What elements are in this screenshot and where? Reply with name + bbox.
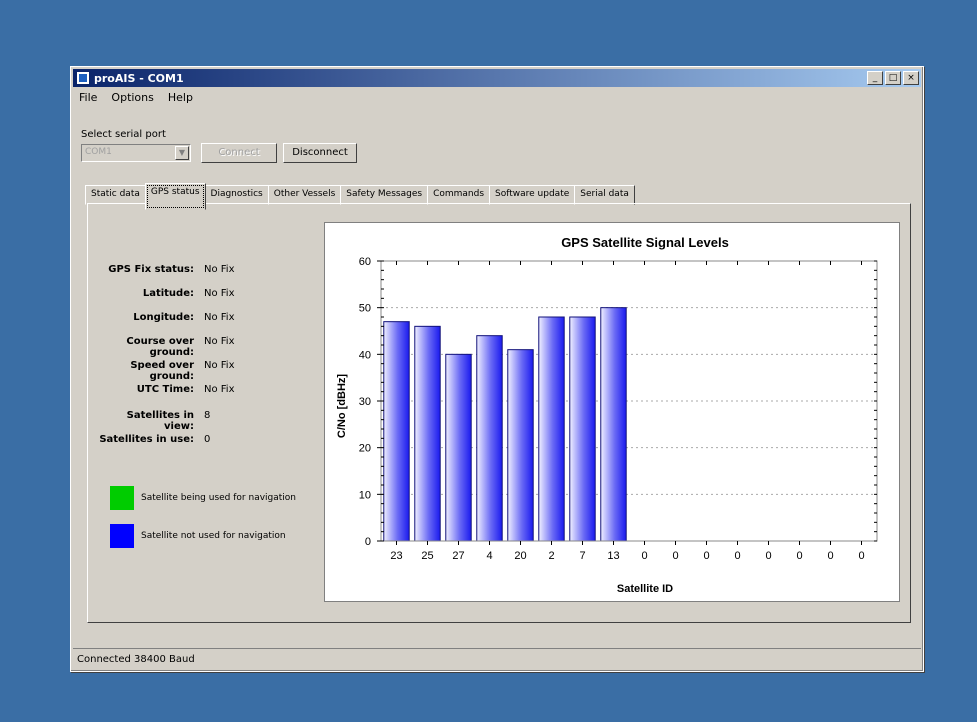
menu-help[interactable]: Help xyxy=(164,89,197,107)
y-tick-label: 0 xyxy=(365,536,371,548)
course-row: Course over ground: No Fix xyxy=(94,336,235,358)
tab-gps-status[interactable]: GPS status xyxy=(144,183,206,210)
menu-file[interactable]: File xyxy=(75,89,101,107)
app-window: proAIS - COM1 _ □ × File Options Help Se… xyxy=(70,66,924,672)
utc-label: UTC Time: xyxy=(136,384,194,395)
legend-used: Satellite being used for navigation xyxy=(110,486,296,510)
tab-bar: Static data GPS status Diagnostics Other… xyxy=(85,183,635,210)
tab-other-vessels[interactable]: Other Vessels xyxy=(267,185,342,205)
gps-fix-value: No Fix xyxy=(204,264,235,275)
sats-in-use-label: Satellites in use: xyxy=(99,434,194,445)
latitude-value: No Fix xyxy=(204,288,235,299)
x-tick-label: 2 xyxy=(548,550,554,562)
chart-ylabel: C/No [dBHz] xyxy=(336,374,348,438)
close-button[interactable]: × xyxy=(903,71,919,85)
satellite-bar xyxy=(476,335,503,542)
x-tick-label: 0 xyxy=(641,550,647,562)
x-tick-label: 13 xyxy=(607,550,619,562)
tab-static-data[interactable]: Static data xyxy=(85,185,146,205)
x-tick-label: 20 xyxy=(514,550,526,562)
x-tick-label: 7 xyxy=(579,550,585,562)
x-tick-label: 27 xyxy=(452,550,464,562)
x-tick-label: 0 xyxy=(796,550,802,562)
maximize-button[interactable]: □ xyxy=(885,71,901,85)
minimize-button[interactable]: _ xyxy=(867,71,883,85)
menu-bar: File Options Help xyxy=(75,89,197,107)
disconnect-button[interactable]: Disconnect xyxy=(283,143,357,163)
menu-options[interactable]: Options xyxy=(107,89,157,107)
x-tick-label: 0 xyxy=(765,550,771,562)
speed-value: No Fix xyxy=(204,360,235,371)
x-tick-label: 0 xyxy=(858,550,864,562)
latitude-row: Latitude: No Fix xyxy=(94,288,235,299)
tab-safety-messages[interactable]: Safety Messages xyxy=(340,185,429,205)
sats-in-use-value: 0 xyxy=(204,434,211,445)
status-bar: Connected 38400 Baud xyxy=(73,648,921,669)
connect-button[interactable]: Connect xyxy=(201,143,277,163)
x-tick-label: 25 xyxy=(421,550,433,562)
sats-in-view-row: Satellites in view: 8 xyxy=(94,410,211,432)
y-tick-label: 10 xyxy=(359,489,371,501)
y-tick-label: 60 xyxy=(359,256,371,268)
tab-software-update[interactable]: Software update xyxy=(489,185,576,205)
serial-port-value: COM1 xyxy=(85,147,112,157)
speed-label: Speed over ground: xyxy=(130,360,194,382)
course-value: No Fix xyxy=(204,336,235,347)
y-tick-label: 50 xyxy=(359,303,371,315)
tab-diagnostics[interactable]: Diagnostics xyxy=(204,185,269,205)
y-tick-label: 20 xyxy=(359,443,371,455)
satellite-bar xyxy=(600,307,627,542)
chevron-down-icon[interactable]: ▼ xyxy=(175,146,189,160)
x-tick-label: 0 xyxy=(827,550,833,562)
x-tick-label: 0 xyxy=(734,550,740,562)
y-tick-label: 40 xyxy=(359,349,371,361)
green-swatch xyxy=(110,486,134,510)
speed-row: Speed over ground: No Fix xyxy=(94,360,235,382)
signal-chart: GPS Satellite Signal Levels Satellite ID… xyxy=(324,222,900,602)
utc-value: No Fix xyxy=(204,384,235,395)
satellite-bar xyxy=(445,353,472,542)
x-tick-label: 4 xyxy=(486,550,492,562)
serial-port-select[interactable]: COM1 ▼ xyxy=(81,144,191,162)
chart-title: GPS Satellite Signal Levels xyxy=(561,235,729,250)
tab-commands[interactable]: Commands xyxy=(427,185,491,205)
satellite-bar xyxy=(538,316,565,542)
status-text: Connected 38400 Baud xyxy=(77,653,195,665)
latitude-label: Latitude: xyxy=(142,288,194,299)
x-tick-label: 0 xyxy=(672,550,678,562)
legend-not-used: Satellite not used for navigation xyxy=(110,524,286,548)
satellite-bar xyxy=(507,349,534,542)
blue-swatch xyxy=(110,524,134,548)
window-title: proAIS - COM1 xyxy=(94,71,184,85)
sats-in-use-row: Satellites in use: 0 xyxy=(94,434,210,445)
chart-bars xyxy=(383,307,627,542)
gps-status-panel: GPS Fix status: No Fix Latitude: No Fix … xyxy=(87,203,911,623)
legend-used-label: Satellite being used for navigation xyxy=(141,493,297,503)
title-bar[interactable]: proAIS - COM1 _ □ × xyxy=(73,69,921,87)
course-label: Course over ground: xyxy=(126,336,194,358)
chart-xlabel: Satellite ID xyxy=(617,583,673,595)
x-tick-label: 23 xyxy=(390,550,402,562)
tab-serial-data[interactable]: Serial data xyxy=(574,185,635,205)
satellite-bar xyxy=(569,316,596,542)
longitude-row: Longitude: No Fix xyxy=(94,312,235,323)
satellite-bar xyxy=(383,321,410,542)
x-tick-label: 0 xyxy=(703,550,709,562)
signal-chart-svg: GPS Satellite Signal Levels Satellite ID… xyxy=(336,235,878,595)
longitude-value: No Fix xyxy=(204,312,235,323)
sats-in-view-label: Satellites in view: xyxy=(126,410,194,432)
y-tick-label: 30 xyxy=(359,396,371,408)
utc-row: UTC Time: No Fix xyxy=(94,384,235,395)
app-icon xyxy=(76,71,90,85)
gps-fix-row: GPS Fix status: No Fix xyxy=(94,264,235,275)
serial-port-label: Select serial port xyxy=(81,129,166,140)
legend-not-used-label: Satellite not used for navigation xyxy=(141,531,286,541)
sats-in-view-value: 8 xyxy=(204,410,211,421)
longitude-label: Longitude: xyxy=(133,312,194,323)
satellite-bar xyxy=(414,325,441,542)
gps-fix-label: GPS Fix status: xyxy=(108,264,194,275)
